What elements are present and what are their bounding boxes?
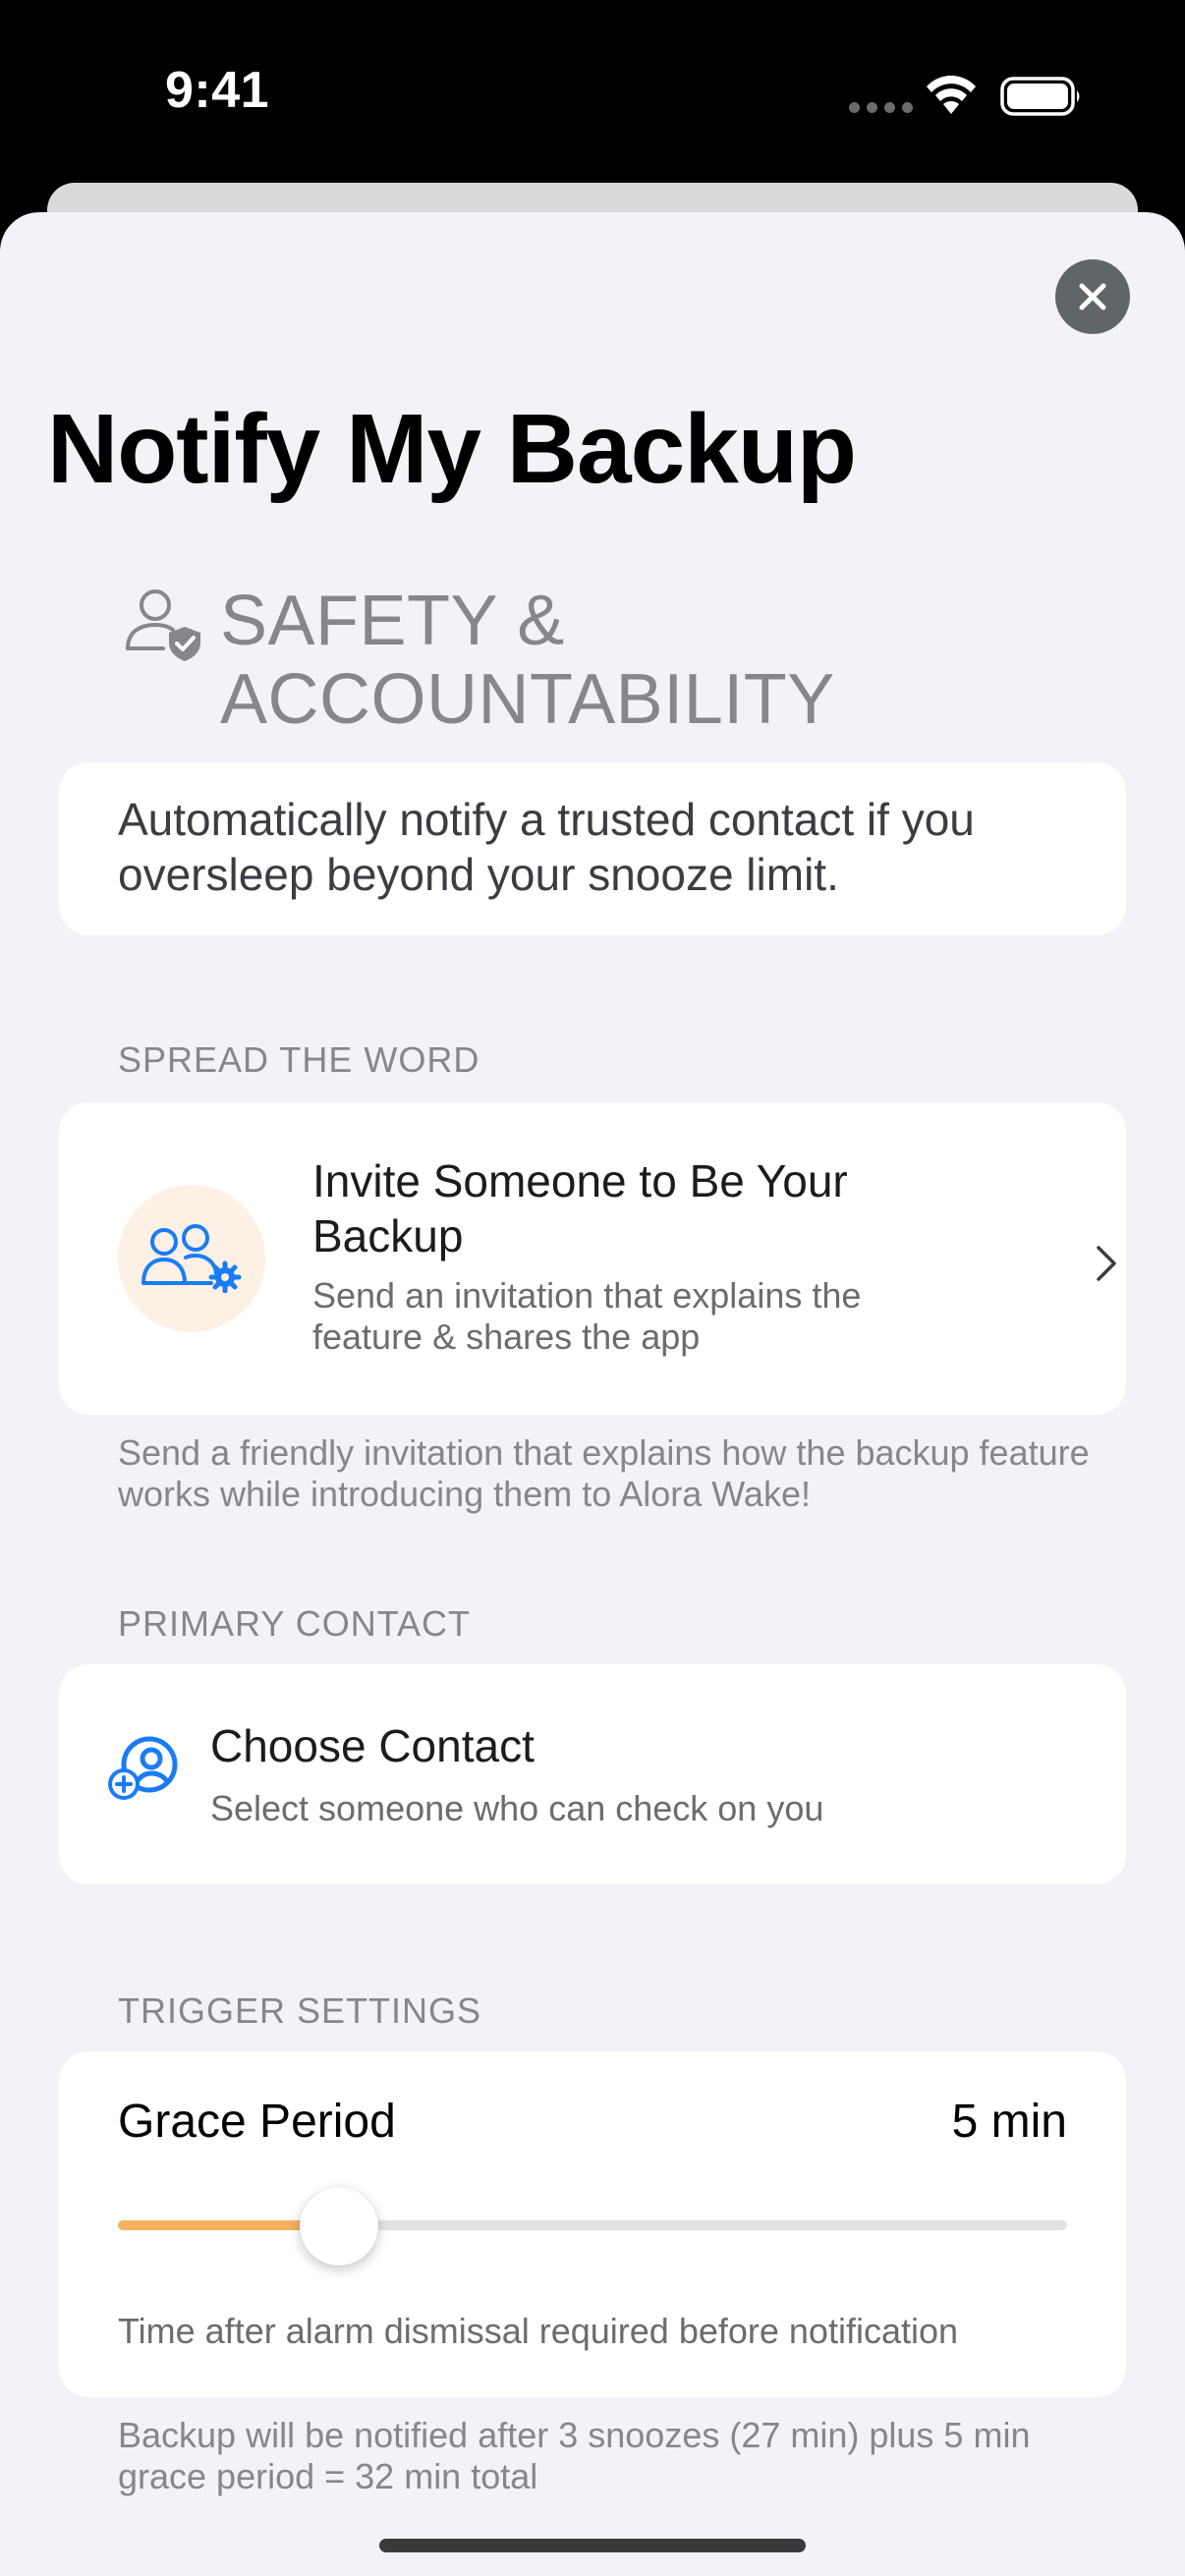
- person-shield-icon: [126, 589, 200, 661]
- chevron-right-icon: [1097, 1246, 1116, 1281]
- choose-contact-subtitle: Select someone who can check on you: [210, 1788, 824, 1828]
- home-indicator: [379, 2539, 806, 2552]
- status-time: 9:41: [165, 62, 270, 119]
- slider-thumb[interactable]: [300, 2187, 379, 2266]
- wifi-icon: [927, 76, 976, 114]
- spread-section-label: SPREAD THE WORD: [118, 1039, 480, 1080]
- grace-period-label: Grace Period: [118, 2096, 396, 2148]
- grace-period-slider[interactable]: [118, 2187, 1067, 2266]
- safety-section-header: SAFETY & ACCOUNTABILITY: [220, 582, 835, 739]
- primary-section-label: PRIMARY CONTACT: [118, 1603, 472, 1644]
- grace-period-description: Time after alarm dismissal required befo…: [118, 2311, 959, 2351]
- close-button[interactable]: [1055, 259, 1130, 334]
- safety-description: Automatically notify a trusted contact i…: [118, 794, 975, 900]
- trigger-footnote: Backup will be notified after 3 snoozes …: [118, 2415, 1031, 2496]
- choose-contact-row[interactable]: Choose Contact Select someone who can ch…: [59, 1664, 1126, 1884]
- invite-icon-badge: [118, 1185, 265, 1332]
- grace-period-value: 5 min: [951, 2096, 1067, 2148]
- invite-title: Invite Someone to Be Your Backup: [312, 1155, 848, 1261]
- invite-backup-row[interactable]: Invite Someone to Be Your Backup Send an…: [59, 1102, 1126, 1415]
- trigger-section-label: TRIGGER SETTINGS: [118, 1990, 482, 2031]
- safety-description-card: Automatically notify a trusted contact i…: [59, 762, 1126, 935]
- close-icon: [1079, 283, 1106, 310]
- grace-period-card: Grace Period 5 min Time after alarm dism…: [59, 2051, 1126, 2397]
- status-bar: 9:41: [0, 0, 1185, 187]
- invite-footnote: Send a friendly invitation that explains…: [118, 1432, 1090, 1514]
- battery-icon: [1000, 77, 1080, 116]
- person-add-icon: [108, 1736, 178, 1800]
- cellular-signal-icon: [849, 102, 913, 113]
- choose-contact-title: Choose Contact: [210, 1720, 535, 1771]
- people-gear-icon: [141, 1224, 242, 1293]
- invite-subtitle: Send an invitation that explains the fea…: [312, 1275, 862, 1357]
- page-title: Notify My Backup: [47, 394, 857, 504]
